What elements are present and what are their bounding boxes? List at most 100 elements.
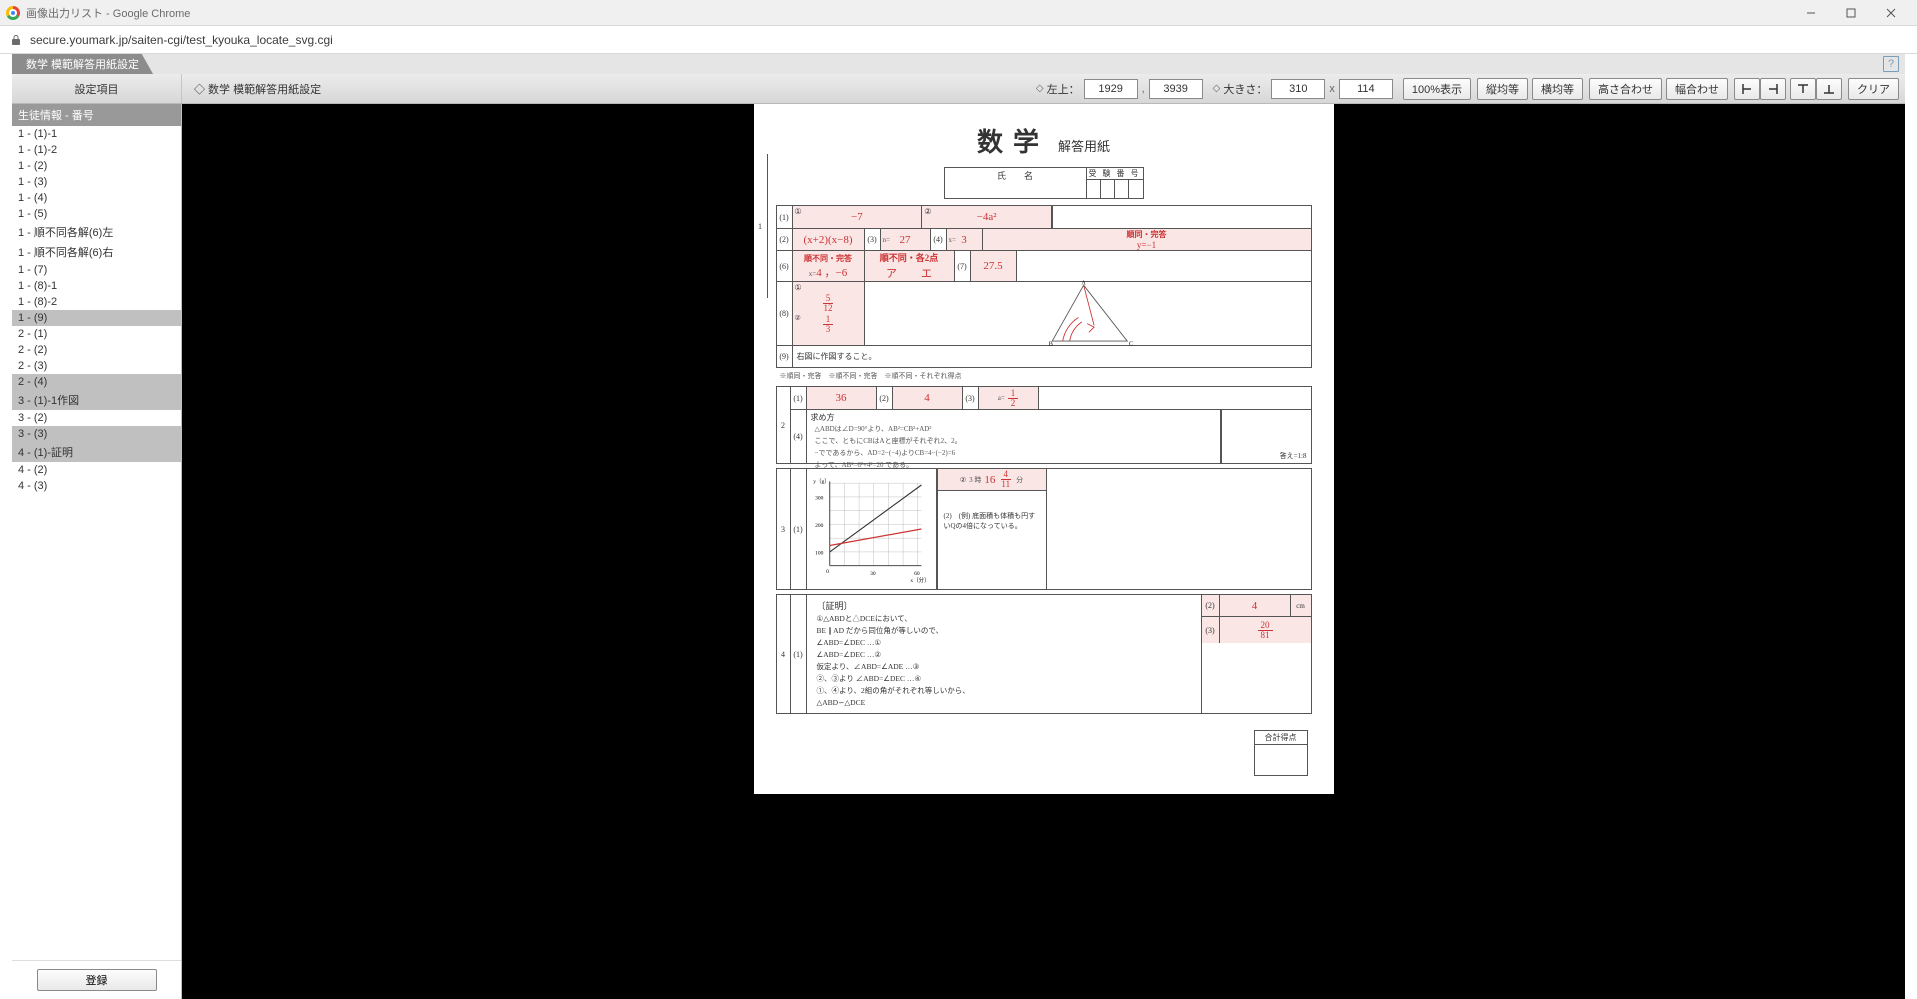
svg-text:60: 60	[914, 571, 920, 577]
q1-9-text: 右図に作図すること。	[797, 351, 877, 362]
q1-number: 1	[754, 154, 768, 298]
answer-sheet: 数学 解答用紙 氏 名 受 験 番 号 1	[754, 104, 1334, 794]
examno-label: 受 験 番 号	[1087, 168, 1143, 180]
q3-frame: 3 (1)	[776, 468, 1312, 590]
sheet-subtitle: 解答用紙	[1058, 139, 1110, 154]
sidebar-item[interactable]: 3 - (1)-1作図	[12, 390, 181, 410]
svg-text:y〔g〕: y〔g〕	[813, 478, 830, 485]
h-equal-button[interactable]: 横均等	[1532, 78, 1583, 100]
topleft-x-input[interactable]: 1929	[1084, 79, 1138, 99]
q1-frame: 1 (1) ①−7 ②−4a² (2)	[776, 205, 1312, 368]
q3-graph: y〔g〕 300 200 100 0 30 60 x〔分〕	[811, 474, 931, 584]
page-url[interactable]: secure.youmark.jp/saiten-cgi/test_kyouka…	[30, 33, 333, 47]
sidebar-item[interactable]: 3 - (2)	[12, 410, 181, 426]
q1-footnote: ※順同・完答 ※順不同・完答 ※順不同・それぞれ得点	[776, 370, 1312, 382]
document-name: ◇ 数学 模範解答用紙設定	[182, 81, 333, 97]
window-title: 画像出力リスト - Google Chrome	[26, 5, 1791, 21]
q3-number: 3	[777, 469, 791, 589]
address-bar: secure.youmark.jp/saiten-cgi/test_kyouka…	[0, 26, 1917, 54]
sidebar-item[interactable]: 1 - (8)-2	[12, 294, 181, 310]
q1-1-ans1: −7	[851, 211, 863, 223]
q2-how-label: 求め方	[811, 412, 1216, 423]
sidebar-list[interactable]: 1 - (1)-11 - (1)-21 - (2)1 - (3)1 - (4)1…	[12, 126, 181, 960]
sidebar-item[interactable]: 1 - (1)-1	[12, 126, 181, 142]
window-close-button[interactable]	[1871, 0, 1911, 26]
q3-1-ans: 16	[984, 474, 995, 486]
sidebar-item[interactable]: 2 - (3)	[12, 358, 181, 374]
total-label: 合計得点	[1255, 731, 1307, 745]
sidebar-item[interactable]: 1 - (8)-1	[12, 278, 181, 294]
sidebar-item[interactable]: 1 - (1)-2	[12, 142, 181, 158]
register-button[interactable]: 登録	[37, 969, 157, 991]
sidebar-item[interactable]: 3 - (3)	[12, 426, 181, 442]
sidebar-item[interactable]: 1 - (2)	[12, 158, 181, 174]
q2-frame: 2 (1) 36 (2) 4 (3) a= 12	[776, 386, 1312, 464]
q1-2-ans: (x+2)(x−8)	[803, 234, 852, 246]
sidebar-item[interactable]: 2 - (2)	[12, 342, 181, 358]
window-titlebar: 画像出力リスト - Google Chrome	[0, 0, 1917, 26]
q2-2-ans: 4	[924, 392, 930, 404]
svg-text:200: 200	[815, 523, 824, 529]
sidebar-item[interactable]: 2 - (4)	[12, 374, 181, 390]
topleft-label: 左上：	[1036, 81, 1080, 97]
q2-ans-label: 答え=1:8	[1280, 451, 1307, 461]
sidebar-item[interactable]: 1 - 順不同各解(6)右	[12, 242, 181, 262]
window-maximize-button[interactable]	[1831, 0, 1871, 26]
sidebar-item[interactable]: 4 - (1)-証明	[12, 442, 181, 462]
sidebar-item[interactable]: 1 - (4)	[12, 190, 181, 206]
v-equal-button[interactable]: 縦均等	[1477, 78, 1528, 100]
tab-label[interactable]: 数学 模範解答用紙設定	[12, 54, 153, 74]
settings-heading: 設定項目	[12, 74, 182, 103]
sidebar-item[interactable]: 4 - (2)	[12, 462, 181, 478]
fit-height-button[interactable]: 高さ合わせ	[1589, 78, 1662, 100]
q4-frame: 4 (1) 〔証明〕 ①△ABDと△DCEにおいて、 BE ∥ AD だから同位…	[776, 594, 1312, 714]
tab-header: 数学 模範解答用紙設定 ?	[12, 54, 1905, 74]
svg-text:x〔分〕: x〔分〕	[910, 576, 929, 584]
size-label: 大きさ：	[1213, 81, 1268, 97]
q1-7-ans: 27.5	[983, 260, 1002, 272]
topleft-y-input[interactable]: 3939	[1149, 79, 1203, 99]
triangle-figure: A B C	[1040, 279, 1136, 349]
svg-text:30: 30	[870, 571, 876, 577]
q4-3-ans-d: 81	[1258, 631, 1273, 640]
q2-1-ans: 36	[836, 392, 847, 404]
q1-3-ans: 27	[900, 234, 911, 246]
sidebar: 生徒情報 - 番号 1 - (1)-11 - (1)-21 - (2)1 - (…	[12, 104, 182, 999]
zoom-100-button[interactable]: 100%表示	[1403, 78, 1471, 100]
align-bottom-button[interactable]	[1816, 78, 1842, 100]
name-label: 氏 名	[945, 168, 1087, 198]
window-minimize-button[interactable]	[1791, 0, 1831, 26]
q4-number: 4	[777, 595, 791, 713]
align-top-button[interactable]	[1790, 78, 1816, 100]
q1-4-ans: 3	[961, 234, 967, 246]
clear-button[interactable]: クリア	[1848, 78, 1899, 100]
size-w-input[interactable]: 310	[1271, 79, 1325, 99]
sheet-title: 数学	[977, 128, 1049, 157]
total-score-box: 合計得点	[1254, 730, 1308, 776]
sidebar-item[interactable]: 4 - (3)	[12, 478, 181, 494]
align-left-button[interactable]	[1734, 78, 1760, 100]
sidebar-item[interactable]: 1 - (3)	[12, 174, 181, 190]
size-h-input[interactable]: 114	[1339, 79, 1393, 99]
q1-6-ans: 4 ，−6	[816, 267, 847, 279]
sidebar-item[interactable]: 1 - 順不同各解(6)左	[12, 222, 181, 242]
chrome-icon	[6, 6, 20, 20]
sidebar-item[interactable]: 1 - (7)	[12, 262, 181, 278]
lock-icon	[10, 34, 22, 46]
preview-viewer[interactable]: 数学 解答用紙 氏 名 受 験 番 号 1	[182, 104, 1905, 999]
svg-text:100: 100	[815, 551, 824, 557]
svg-text:0: 0	[826, 569, 829, 575]
comma-separator: ,	[1142, 83, 1145, 95]
q2-number: 2	[777, 387, 791, 463]
toolbar: 設定項目 ◇ 数学 模範解答用紙設定 左上： 1929 , 3939 大きさ： …	[12, 74, 1905, 104]
x-separator: x	[1329, 83, 1335, 95]
sidebar-item[interactable]: 2 - (1)	[12, 326, 181, 342]
q4-2-ans: 4	[1252, 600, 1258, 612]
q1-1-ans2: −4a²	[977, 211, 997, 223]
fit-width-button[interactable]: 幅合わせ	[1666, 78, 1728, 100]
align-right-button[interactable]	[1760, 78, 1786, 100]
help-button[interactable]: ?	[1883, 56, 1899, 72]
q4-proof-label: 〔証明〕	[817, 599, 1191, 613]
sidebar-item[interactable]: 1 - (5)	[12, 206, 181, 222]
sidebar-item[interactable]: 1 - (9)	[12, 310, 181, 326]
